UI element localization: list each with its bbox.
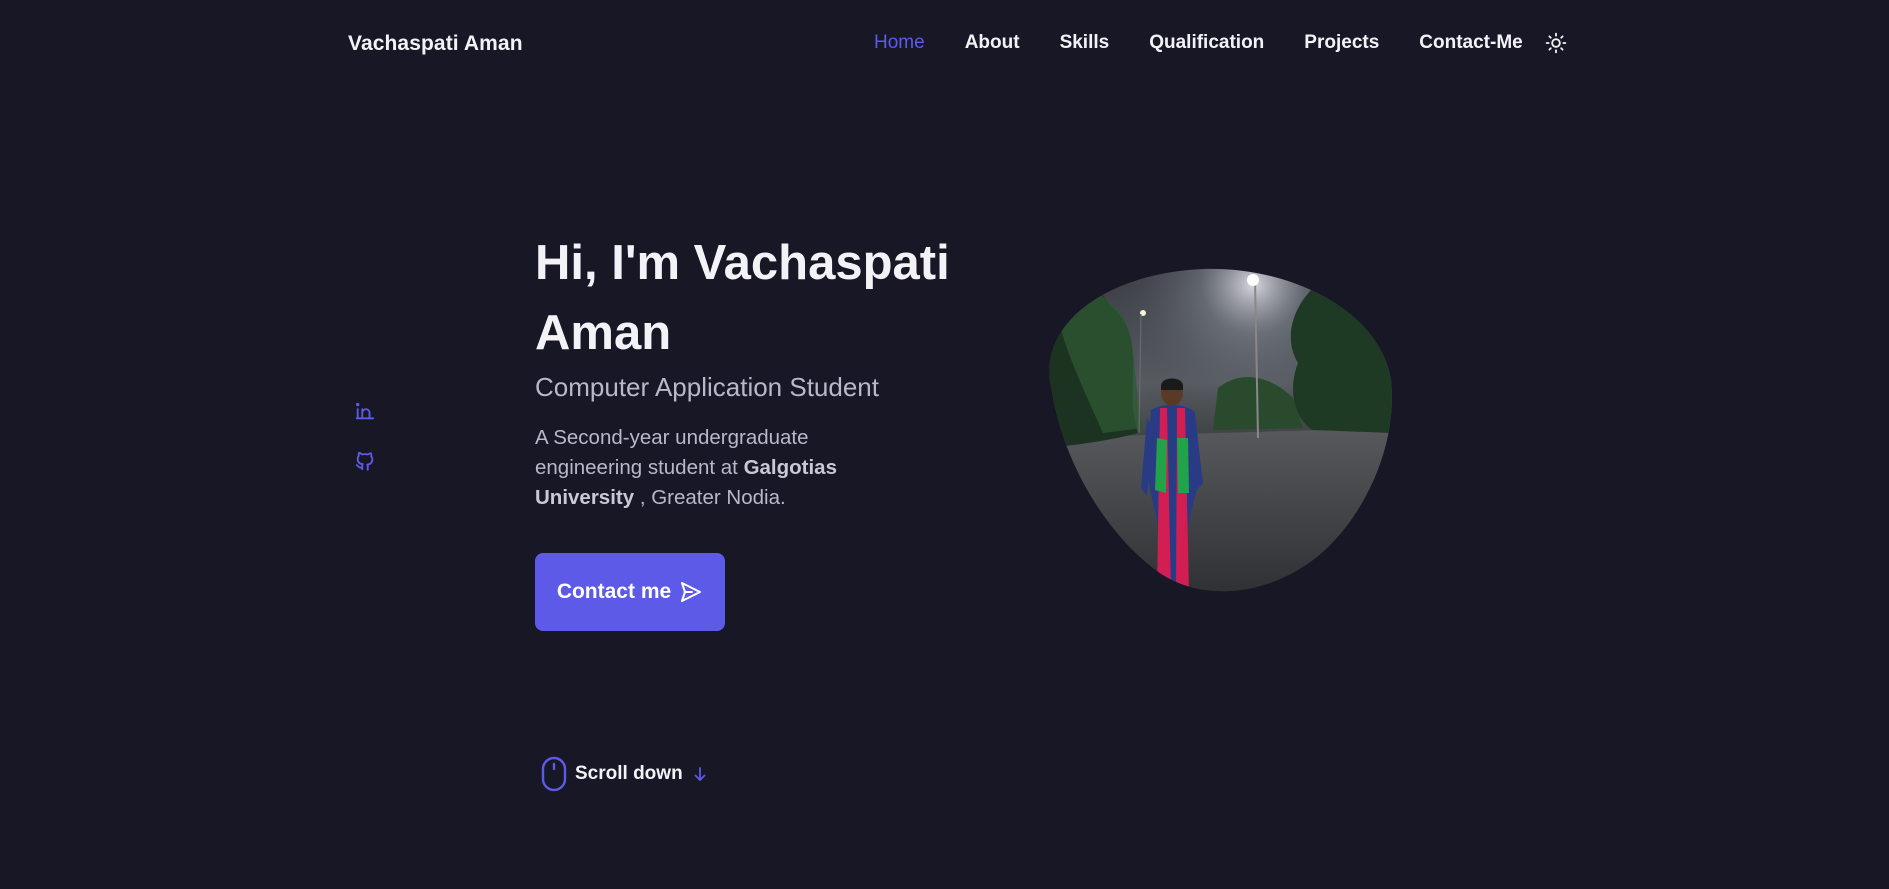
nav-projects[interactable]: Projects bbox=[1304, 32, 1379, 54]
profile-photo bbox=[1049, 268, 1392, 592]
social-links bbox=[354, 400, 376, 472]
nav-skills[interactable]: Skills bbox=[1060, 32, 1110, 54]
github-icon bbox=[355, 451, 374, 471]
hero-title: Hi, I'm Vachaspati Aman bbox=[535, 236, 950, 360]
brand-logo[interactable]: Vachaspati Aman bbox=[348, 32, 523, 56]
nav-home[interactable]: Home bbox=[874, 32, 925, 54]
hero-description: A Second-year undergraduate engineering … bbox=[535, 423, 915, 513]
site-header: Vachaspati Aman Home About Skills Qualif… bbox=[0, 0, 1889, 90]
mouse-icon bbox=[541, 756, 567, 792]
contact-me-label: Contact me bbox=[556, 580, 672, 603]
linkedin-link[interactable] bbox=[354, 400, 376, 422]
nav-about[interactable]: About bbox=[965, 32, 1020, 54]
github-link[interactable] bbox=[354, 450, 376, 472]
main-nav: Home About Skills Qualification Projects… bbox=[874, 32, 1567, 54]
send-icon bbox=[681, 582, 702, 602]
scroll-down-link[interactable]: Scroll down bbox=[541, 756, 709, 792]
arrow-down-icon bbox=[694, 767, 706, 781]
sun-icon bbox=[1545, 32, 1567, 54]
hero-subtitle: Computer Application Student bbox=[535, 372, 879, 402]
linkedin-icon bbox=[355, 402, 375, 420]
hero-desc-suffix: , Greater Nodia. bbox=[634, 486, 786, 509]
nav-qualification[interactable]: Qualification bbox=[1149, 32, 1264, 54]
theme-toggle-button[interactable] bbox=[1545, 32, 1567, 54]
scroll-down-label: Scroll down bbox=[575, 763, 683, 784]
contact-me-button[interactable]: Contact me bbox=[535, 553, 725, 631]
nav-contact-me[interactable]: Contact-Me bbox=[1419, 32, 1522, 54]
